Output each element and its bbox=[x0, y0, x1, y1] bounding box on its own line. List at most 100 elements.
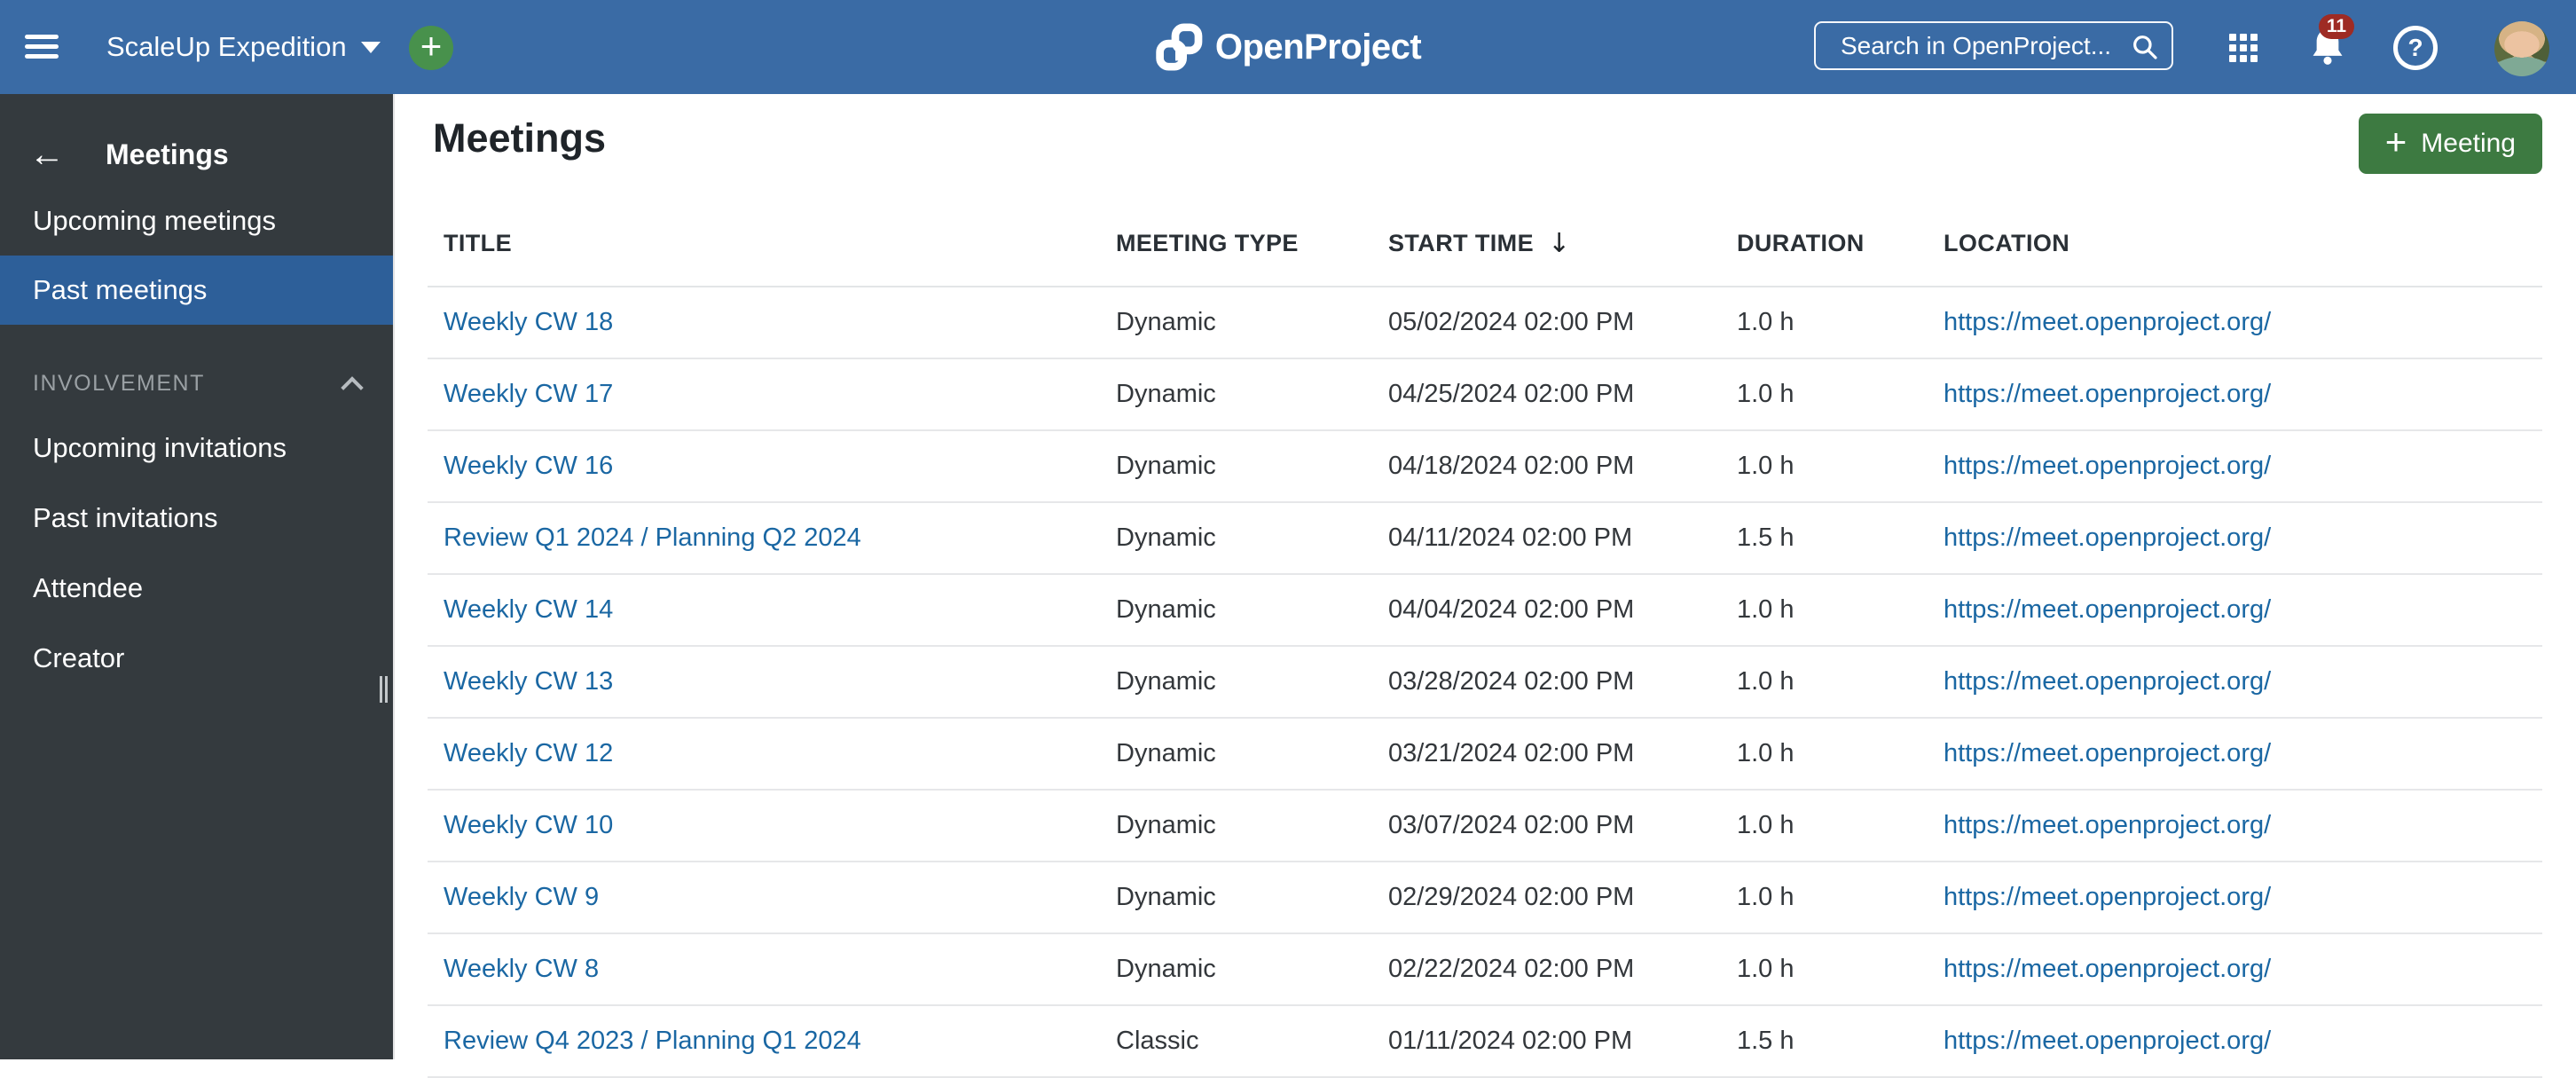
meeting-title-link[interactable]: Review Q1 2024 / Planning Q2 2024 bbox=[444, 523, 861, 552]
meeting-location-link[interactable]: https://meet.openproject.org/ bbox=[1944, 452, 2271, 480]
duration-cell: 1.0 h bbox=[1737, 667, 1795, 696]
sidebar-item-label: Past meetings bbox=[33, 274, 208, 305]
meeting-type-cell: Dynamic bbox=[1116, 811, 1216, 839]
meeting-title-link[interactable]: Weekly CW 17 bbox=[444, 380, 613, 408]
sidebar-item-involvement[interactable]: Attendee bbox=[0, 554, 393, 623]
sidebar-header: ← Meetings bbox=[0, 126, 393, 183]
meeting-type-cell: Dynamic bbox=[1116, 883, 1216, 911]
meeting-title-link[interactable]: Weekly CW 10 bbox=[444, 811, 613, 839]
meeting-title-link[interactable]: Review Q4 2023 / Planning Q1 2024 bbox=[444, 1027, 861, 1055]
start-time-cell: 03/07/2024 02:00 PM bbox=[1388, 811, 1635, 839]
table-row: Weekly CW 9 Dynamic 02/29/2024 02:00 PM … bbox=[428, 862, 2542, 934]
hamburger-menu-icon[interactable] bbox=[25, 35, 59, 59]
start-time-cell: 03/21/2024 02:00 PM bbox=[1388, 739, 1635, 767]
section-label: INVOLVEMENT bbox=[33, 370, 205, 396]
duration-cell: 1.5 h bbox=[1737, 523, 1795, 552]
meeting-title-link[interactable]: Weekly CW 18 bbox=[444, 308, 613, 336]
main-content: Meetings + Meeting TITLE MEETING TYPE ST… bbox=[395, 94, 2576, 1078]
sidebar-item-meetings[interactable]: Past meetings bbox=[0, 256, 393, 325]
meeting-location-link[interactable]: https://meet.openproject.org/ bbox=[1944, 595, 2271, 624]
meeting-title-link[interactable]: Weekly CW 13 bbox=[444, 667, 613, 696]
duration-cell: 1.5 h bbox=[1737, 1027, 1795, 1055]
sidebar-item-involvement[interactable]: Creator bbox=[0, 624, 393, 693]
meeting-title-link[interactable]: Weekly CW 16 bbox=[444, 452, 613, 480]
sidebar-item-meetings[interactable]: Upcoming meetings bbox=[0, 186, 393, 256]
meeting-location-link[interactable]: https://meet.openproject.org/ bbox=[1944, 739, 2271, 767]
project-switcher[interactable]: ScaleUp Expedition bbox=[106, 0, 381, 94]
sidebar-item-label: Attendee bbox=[33, 572, 144, 603]
start-time-cell: 04/04/2024 02:00 PM bbox=[1388, 595, 1635, 624]
meeting-location-link[interactable]: https://meet.openproject.org/ bbox=[1944, 955, 2271, 983]
meeting-title-link[interactable]: Weekly CW 8 bbox=[444, 955, 599, 983]
column-header-meeting-type[interactable]: MEETING TYPE bbox=[1100, 230, 1372, 257]
column-header-duration[interactable]: DURATION bbox=[1721, 230, 1928, 257]
start-time-cell: 02/22/2024 02:00 PM bbox=[1388, 955, 1635, 983]
meeting-title-link[interactable]: Weekly CW 9 bbox=[444, 883, 599, 911]
meeting-title-link[interactable]: Weekly CW 12 bbox=[444, 739, 613, 767]
plus-icon: + bbox=[420, 25, 443, 67]
help-icon[interactable]: ? bbox=[2393, 26, 2438, 70]
meeting-location-link[interactable]: https://meet.openproject.org/ bbox=[1944, 523, 2271, 552]
sidebar-title: Meetings bbox=[106, 138, 229, 170]
table-row: Weekly CW 17 Dynamic 04/25/2024 02:00 PM… bbox=[428, 359, 2542, 431]
meeting-location-link[interactable]: https://meet.openproject.org/ bbox=[1944, 667, 2271, 696]
meeting-location-link[interactable]: https://meet.openproject.org/ bbox=[1944, 380, 2271, 408]
meeting-type-cell: Dynamic bbox=[1116, 308, 1216, 336]
sidebar-item-label: Upcoming invitations bbox=[33, 432, 287, 463]
sidebar-resize-handle[interactable] bbox=[380, 676, 389, 703]
meeting-location-link[interactable]: https://meet.openproject.org/ bbox=[1944, 811, 2271, 839]
meetings-table: TITLE MEETING TYPE START TIME ↓ DURATION… bbox=[428, 201, 2542, 1078]
duration-cell: 1.0 h bbox=[1737, 883, 1795, 911]
project-name: ScaleUp Expedition bbox=[106, 31, 347, 62]
sidebar-item-involvement[interactable]: Past invitations bbox=[0, 484, 393, 553]
duration-cell: 1.0 h bbox=[1737, 955, 1795, 983]
global-search-box bbox=[1814, 21, 2173, 70]
chevron-down-icon bbox=[360, 41, 381, 53]
table-row: Review Q4 2023 / Planning Q1 2024 Classi… bbox=[428, 1006, 2542, 1078]
plus-icon: + bbox=[2384, 121, 2407, 162]
sort-desc-arrow-icon[interactable]: ↓ bbox=[1548, 228, 1571, 259]
notification-badge[interactable]: 11 bbox=[2319, 14, 2354, 39]
sidebar-item-involvement[interactable]: Upcoming invitations bbox=[0, 413, 393, 483]
user-avatar[interactable] bbox=[2494, 21, 2549, 76]
meeting-type-cell: Dynamic bbox=[1116, 380, 1216, 408]
table-row: Weekly CW 8 Dynamic 02/22/2024 02:00 PM … bbox=[428, 934, 2542, 1006]
duration-cell: 1.0 h bbox=[1737, 308, 1795, 336]
column-header-title[interactable]: TITLE bbox=[428, 230, 1100, 257]
sidebar: ← Meetings Upcoming meetings Past meetin… bbox=[0, 94, 395, 1059]
duration-cell: 1.0 h bbox=[1737, 452, 1795, 480]
column-header-start-time[interactable]: START TIME ↓ bbox=[1372, 228, 1721, 259]
top-bar: ScaleUp Expedition + OpenProject 11 ? bbox=[0, 0, 2576, 94]
start-time-cell: 04/25/2024 02:00 PM bbox=[1388, 380, 1635, 408]
meeting-title-link[interactable]: Weekly CW 14 bbox=[444, 595, 613, 624]
meeting-type-cell: Dynamic bbox=[1116, 452, 1216, 480]
search-icon[interactable] bbox=[2131, 33, 2159, 61]
duration-cell: 1.0 h bbox=[1737, 739, 1795, 767]
table-body: Weekly CW 18 Dynamic 05/02/2024 02:00 PM… bbox=[428, 287, 2542, 1078]
column-header-location[interactable]: LOCATION bbox=[1928, 230, 2542, 257]
search-input[interactable] bbox=[1816, 31, 2124, 60]
table-row: Weekly CW 13 Dynamic 03/28/2024 02:00 PM… bbox=[428, 647, 2542, 719]
sidebar-item-label: Past invitations bbox=[33, 502, 218, 533]
table-row: Weekly CW 10 Dynamic 03/07/2024 02:00 PM… bbox=[428, 791, 2542, 862]
table-row: Weekly CW 18 Dynamic 05/02/2024 02:00 PM… bbox=[428, 287, 2542, 359]
modules-grid-icon[interactable] bbox=[2229, 34, 2258, 62]
openproject-logo[interactable]: OpenProject bbox=[1155, 0, 1422, 94]
table-row: Weekly CW 12 Dynamic 03/21/2024 02:00 PM… bbox=[428, 719, 2542, 791]
openproject-logo-text: OpenProject bbox=[1214, 27, 1422, 67]
meeting-location-link[interactable]: https://meet.openproject.org/ bbox=[1944, 1027, 2271, 1055]
meeting-type-cell: Dynamic bbox=[1116, 595, 1216, 624]
duration-cell: 1.0 h bbox=[1737, 380, 1795, 408]
quick-add-button[interactable]: + bbox=[409, 26, 453, 70]
meeting-location-link[interactable]: https://meet.openproject.org/ bbox=[1944, 883, 2271, 911]
start-time-cell: 03/28/2024 02:00 PM bbox=[1388, 667, 1635, 696]
start-time-cell: 04/11/2024 02:00 PM bbox=[1388, 523, 1633, 552]
meeting-type-cell: Dynamic bbox=[1116, 523, 1216, 552]
meeting-location-link[interactable]: https://meet.openproject.org/ bbox=[1944, 308, 2271, 336]
chevron-up-icon[interactable] bbox=[343, 375, 361, 393]
add-meeting-button[interactable]: + Meeting bbox=[2358, 114, 2542, 174]
table-row: Weekly CW 16 Dynamic 04/18/2024 02:00 PM… bbox=[428, 431, 2542, 503]
start-time-cell: 04/18/2024 02:00 PM bbox=[1388, 452, 1635, 480]
back-arrow-icon[interactable]: ← bbox=[29, 137, 65, 172]
meeting-type-cell: Dynamic bbox=[1116, 739, 1216, 767]
